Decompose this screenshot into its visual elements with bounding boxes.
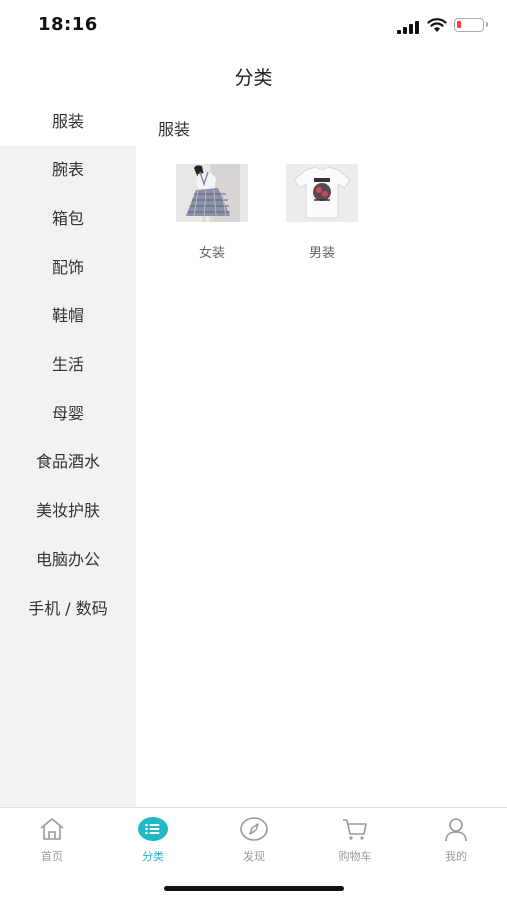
tab-cart-label: 购物车: [338, 850, 372, 863]
sidebar-item-watches[interactable]: 腕表: [0, 146, 136, 194]
home-icon: [40, 818, 64, 840]
tab-profile[interactable]: 我的: [416, 816, 496, 864]
mens-tshirt-image: [286, 164, 358, 222]
sidebar-item-phone-digital[interactable]: 手机 / 数码: [0, 585, 136, 633]
tab-category-label: 分类: [142, 850, 164, 863]
category-tile-womens[interactable]: 女装: [176, 164, 248, 261]
battery-icon: [454, 18, 488, 32]
sidebar-item-living[interactable]: 生活: [0, 341, 136, 389]
status-time: 18:16: [38, 14, 98, 35]
tab-discover[interactable]: 发现: [214, 816, 294, 864]
wifi-icon: [427, 18, 447, 32]
section-title: 服装: [158, 120, 191, 139]
tab-profile-label: 我的: [445, 850, 467, 863]
sidebar-item-clothing[interactable]: 服装: [0, 98, 136, 146]
status-bar: 18:16: [0, 0, 507, 50]
tab-discover-label: 发现: [243, 850, 265, 863]
sidebar-item-accessories[interactable]: 配饰: [0, 244, 136, 292]
category-label-mens: 男装: [308, 246, 335, 261]
tab-home[interactable]: 首页: [12, 816, 92, 864]
signal-icon: [397, 20, 423, 34]
category-sidebar: 服装 腕表 箱包 配饰 鞋帽 生活 母婴 食品酒水 美妆护肤 电脑办公 手机 /…: [0, 98, 136, 808]
compass-icon: [240, 817, 268, 841]
sidebar-item-computer-office[interactable]: 电脑办公: [0, 536, 136, 584]
sidebar-item-shoes-hats[interactable]: 鞋帽: [0, 292, 136, 340]
sidebar-item-food-drinks[interactable]: 食品酒水: [0, 438, 136, 486]
user-icon: [445, 818, 467, 842]
nav-bar: 分类: [0, 50, 507, 98]
home-indicator: [164, 886, 344, 891]
page-title: 分类: [234, 67, 273, 89]
tab-category[interactable]: 分类: [113, 816, 193, 864]
tab-cart[interactable]: 购物车: [315, 816, 395, 864]
sidebar-item-baby[interactable]: 母婴: [0, 390, 136, 438]
category-list-icon: [138, 817, 168, 841]
category-tile-mens[interactable]: 男装: [286, 164, 358, 261]
tab-home-label: 首页: [41, 850, 63, 863]
cart-icon: [343, 819, 367, 840]
category-content: 服装 女装 男装: [136, 98, 507, 808]
womens-clothing-image: [176, 164, 248, 222]
category-label-womens: 女装: [198, 246, 225, 261]
sidebar-item-beauty[interactable]: 美妆护肤: [0, 487, 136, 535]
sidebar-item-bags[interactable]: 箱包: [0, 195, 136, 243]
